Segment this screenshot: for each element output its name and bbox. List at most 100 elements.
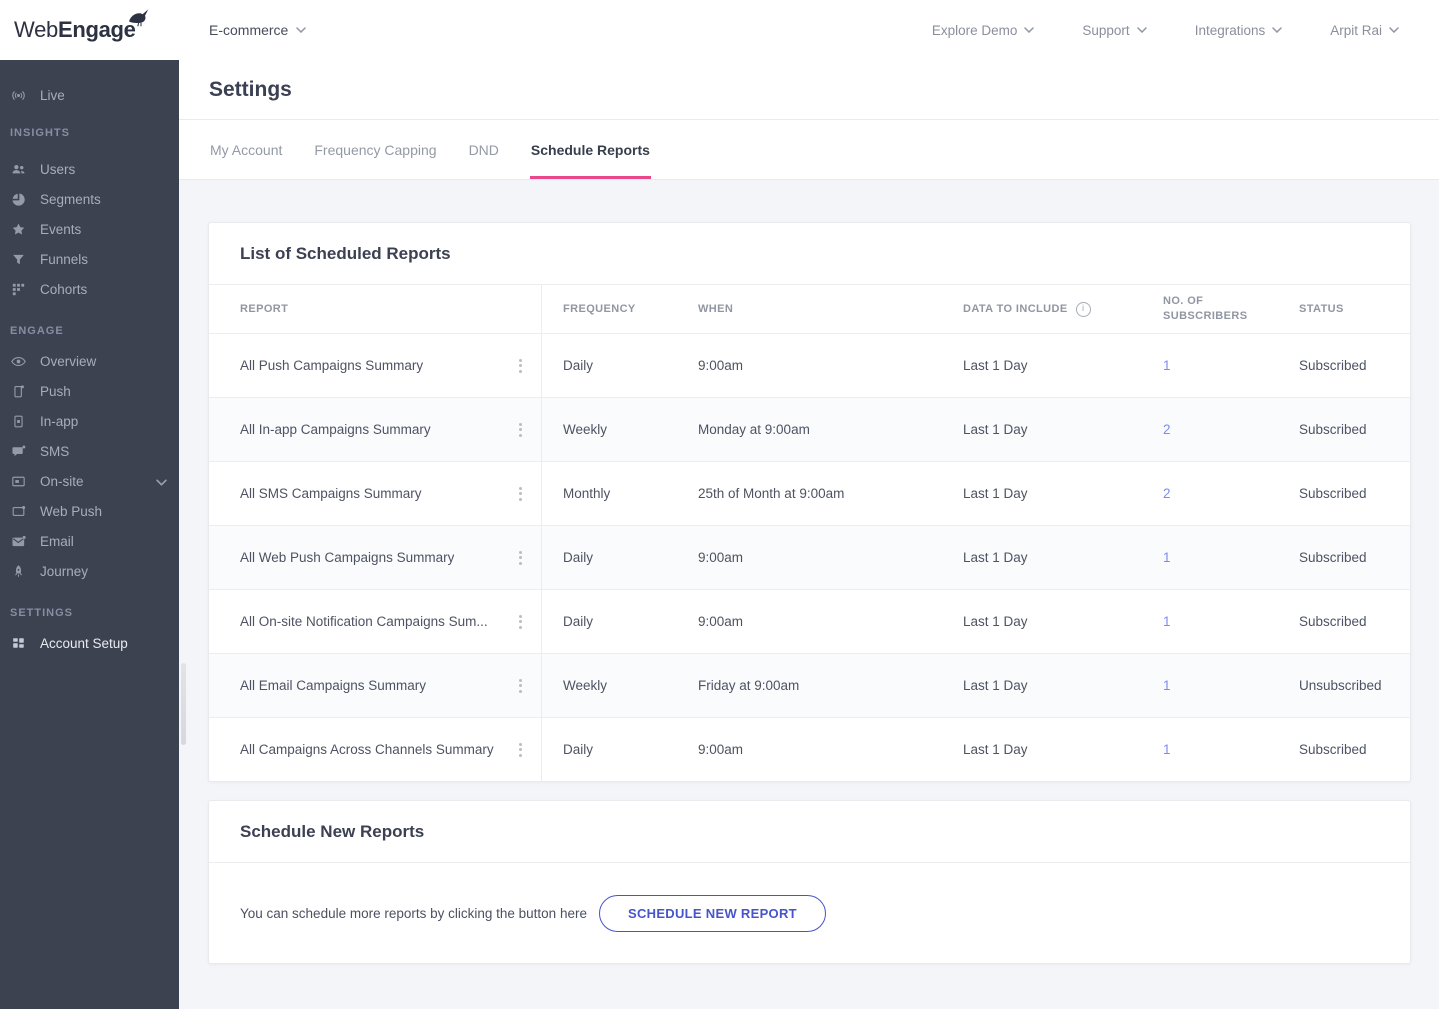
card-title-row: Schedule New Reports: [209, 801, 1410, 863]
chevron-down-icon: [1136, 27, 1147, 33]
nav-explore-demo[interactable]: Explore Demo: [932, 23, 1035, 38]
sidebar-section-settings: SETTINGS: [10, 607, 74, 619]
sidebar-item-journey[interactable]: Journey: [0, 556, 179, 586]
mobile-push-icon: [14, 384, 24, 397]
column-header-data-to-include: DATA TO INCLUDE i: [942, 301, 1142, 317]
subscribers-count-link[interactable]: 1: [1163, 678, 1171, 693]
subscribers-count-link[interactable]: 1: [1163, 742, 1171, 757]
chevron-down-icon: [1024, 27, 1035, 33]
kebab-menu-icon[interactable]: [514, 675, 527, 697]
tab-label: My Account: [210, 141, 283, 158]
tab-dnd[interactable]: DND: [468, 120, 500, 179]
sidebar-item-events[interactable]: Events: [0, 214, 179, 244]
on-site-icon: [12, 476, 25, 486]
column-header-when: WHEN: [698, 302, 734, 315]
column-header-status: STATUS: [1299, 302, 1344, 315]
when-value: Friday at 9:00am: [698, 678, 800, 693]
account-setup-grid-icon: [13, 637, 24, 648]
nav-integrations[interactable]: Integrations: [1195, 23, 1283, 38]
status-value: Unsubscribed: [1299, 678, 1382, 693]
sidebar-item-account-setup[interactable]: Account Setup: [0, 628, 179, 658]
status-value: Subscribed: [1299, 422, 1367, 437]
users-icon: [12, 164, 25, 173]
when-value: 9:00am: [698, 358, 744, 373]
when-value: 9:00am: [698, 742, 744, 757]
data-to-include-value: Last 1 Day: [963, 358, 1028, 373]
sidebar-item-label: On-site: [40, 473, 84, 489]
status-value: Subscribed: [1299, 486, 1367, 501]
sidebar-item-email[interactable]: Email: [0, 526, 179, 556]
data-to-include-value: Last 1 Day: [963, 550, 1028, 565]
sidebar-item-in-app[interactable]: In-app: [0, 406, 179, 436]
sidebar-section-insights: INSIGHTS: [10, 127, 70, 139]
chevron-down-icon: [296, 27, 307, 33]
frequency-value: Weekly: [563, 422, 608, 437]
table-body: All Push Campaigns Summary Daily 9:00am …: [209, 333, 1410, 781]
subscribers-count-link[interactable]: 2: [1163, 486, 1171, 501]
report-name: All Email Campaigns Summary: [240, 678, 427, 693]
scheduled-reports-card: List of Scheduled Reports REPORT FREQUEN…: [208, 222, 1411, 782]
sidebar-item-label: SMS: [40, 443, 70, 459]
subscribers-count-link[interactable]: 2: [1163, 422, 1171, 437]
when-value: 25th of Month at 9:00am: [698, 486, 845, 501]
nav-user-menu[interactable]: Arpit Rai: [1330, 23, 1399, 38]
chevron-down-icon: [1272, 27, 1282, 33]
sidebar-item-live[interactable]: Live: [0, 80, 179, 110]
status-value: Subscribed: [1299, 358, 1367, 373]
sidebar-item-segments[interactable]: Segments: [0, 184, 179, 214]
nav-support[interactable]: Support: [1082, 23, 1147, 38]
sidebar-item-label: Funnels: [40, 251, 89, 267]
sidebar-item-label: Email: [40, 533, 74, 549]
schedule-helper-text: You can schedule more reports by clickin…: [240, 905, 587, 921]
report-name: All On-site Notification Campaigns Sum..…: [240, 614, 488, 629]
kebab-menu-icon[interactable]: [514, 739, 527, 761]
tab-my-account[interactable]: My Account: [209, 120, 283, 179]
sidebar-item-overview[interactable]: Overview: [0, 346, 179, 376]
column-header-subscribers: NO. OF SUBSCRIBERS: [1163, 295, 1248, 322]
main-content: Settings My Account Frequency Capping DN…: [179, 60, 1439, 1009]
data-to-include-value: Last 1 Day: [963, 422, 1028, 437]
in-app-icon: [14, 415, 23, 427]
kebab-menu-icon[interactable]: [514, 483, 527, 505]
webengage-logo[interactable]: WebEngage: [0, 9, 179, 42]
column-header-frequency: FREQUENCY: [563, 302, 636, 315]
kebab-menu-icon[interactable]: [514, 611, 527, 633]
frequency-value: Daily: [563, 614, 594, 629]
sidebar-item-web-push[interactable]: Web Push: [0, 496, 179, 526]
status-value: Subscribed: [1299, 614, 1367, 629]
content-scrollbar-thumb[interactable]: [181, 663, 186, 745]
subscribers-count-link[interactable]: 1: [1163, 614, 1171, 629]
sidebar-item-sms[interactable]: SMS: [0, 436, 179, 466]
sidebar-item-funnels[interactable]: Funnels: [0, 244, 179, 274]
chevron-down-icon: [1389, 27, 1399, 33]
sidebar-item-label: Web Push: [40, 503, 103, 519]
nav-user-menu-label: Arpit Rai: [1330, 22, 1382, 38]
schedule-new-report-button[interactable]: SCHEDULE NEW REPORT: [598, 894, 826, 932]
kebab-menu-icon[interactable]: [514, 419, 527, 441]
kebab-menu-icon[interactable]: [514, 547, 527, 569]
sidebar-item-cohorts[interactable]: Cohorts: [0, 274, 179, 304]
report-name: All In-app Campaigns Summary: [240, 422, 431, 437]
table-row: All In-app Campaigns Summary Weekly Mond…: [209, 397, 1410, 461]
sidebar-item-users[interactable]: Users: [0, 154, 179, 184]
subscribers-count-link[interactable]: 1: [1163, 358, 1171, 373]
sidebar-item-push[interactable]: Push: [0, 376, 179, 406]
tab-label: Schedule Reports: [530, 141, 650, 158]
sidebar-item-label: Events: [40, 221, 82, 237]
pie-chart-icon: [12, 193, 25, 206]
table-row: All Campaigns Across Channels Summary Da…: [209, 717, 1410, 781]
kebab-menu-icon[interactable]: [514, 355, 527, 377]
tab-schedule-reports[interactable]: Schedule Reports: [529, 120, 651, 179]
info-icon[interactable]: i: [1075, 301, 1091, 317]
web-push-icon: [12, 505, 26, 516]
nav-integrations-label: Integrations: [1194, 22, 1266, 38]
logo-web: Web: [14, 17, 58, 42]
chevron-down-icon: [156, 474, 167, 489]
project-selector[interactable]: E-commerce: [179, 22, 307, 38]
table-row: All On-site Notification Campaigns Sum..…: [209, 589, 1410, 653]
page-header: Settings: [179, 60, 1439, 120]
subscribers-count-link[interactable]: 1: [1163, 550, 1171, 565]
sidebar-item-on-site[interactable]: On-site: [0, 466, 179, 496]
tab-frequency-capping[interactable]: Frequency Capping: [313, 120, 437, 179]
star-icon: [12, 223, 25, 235]
